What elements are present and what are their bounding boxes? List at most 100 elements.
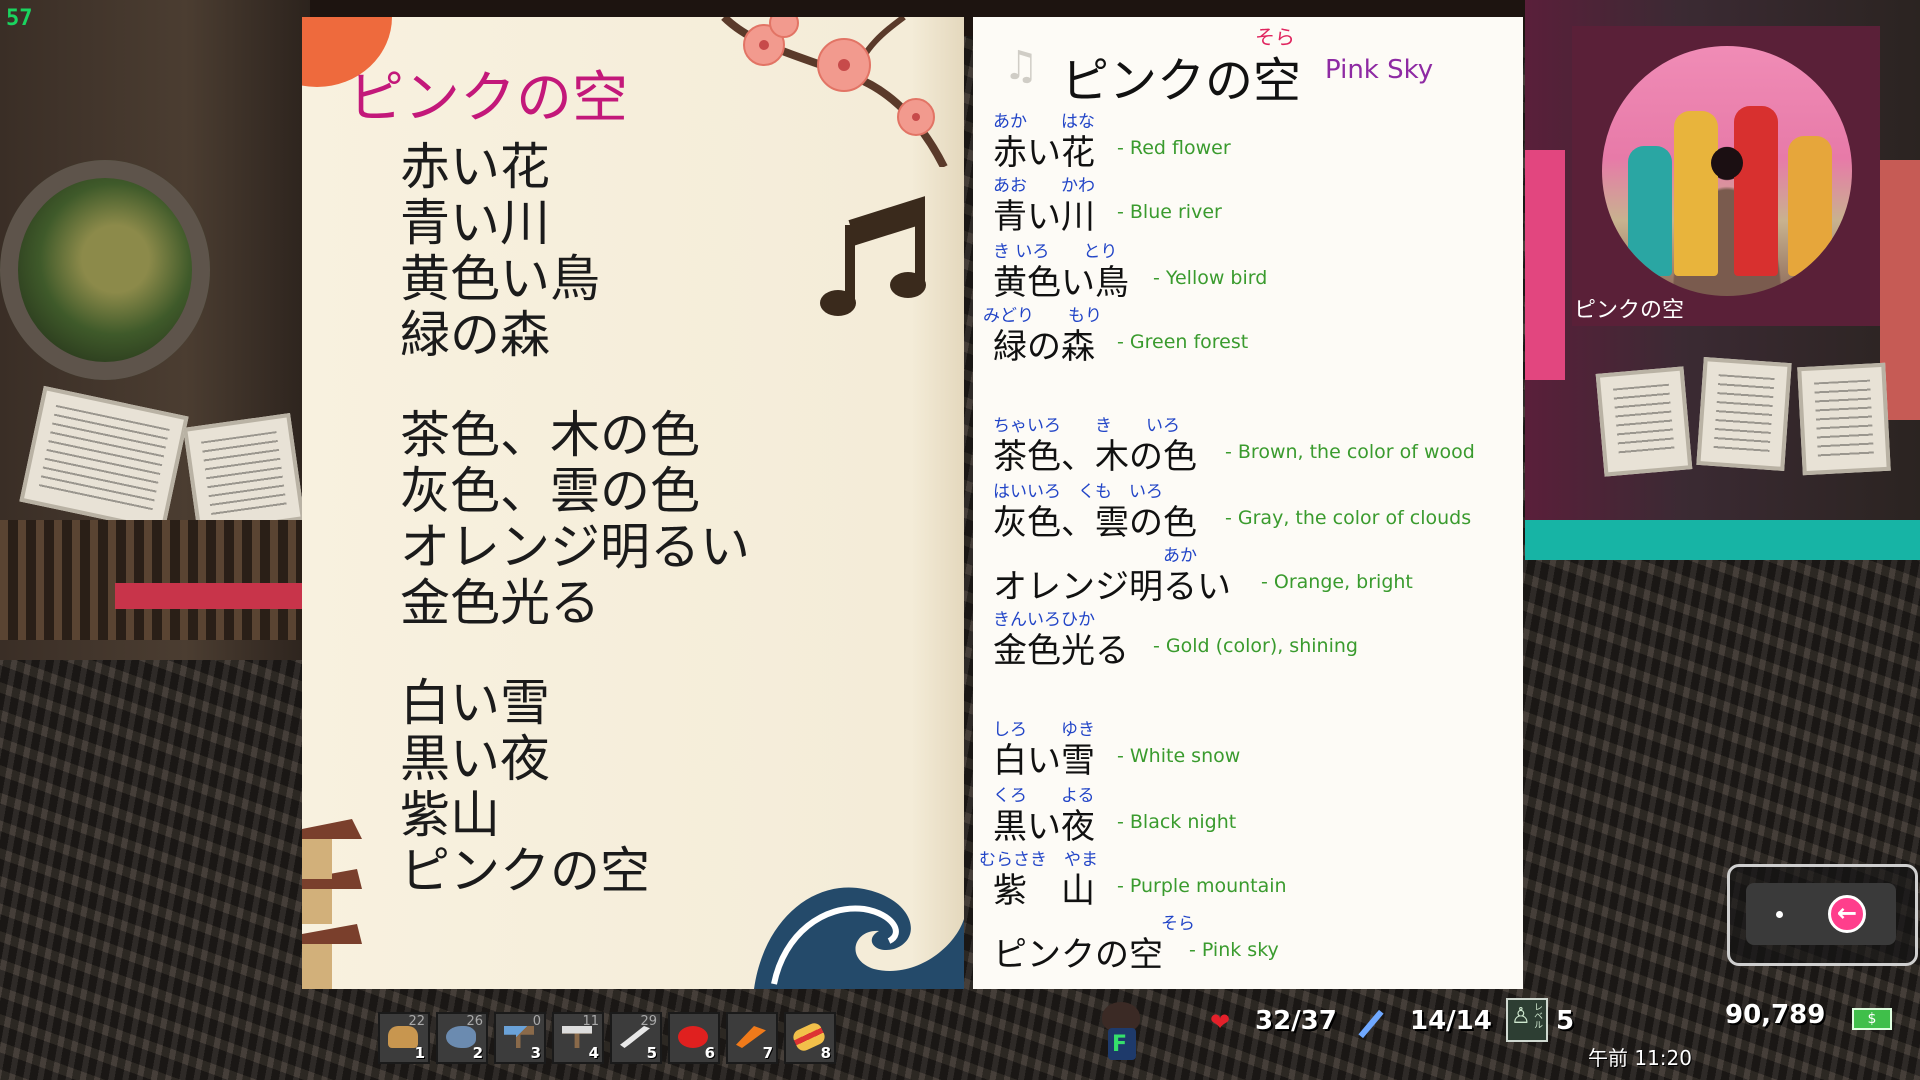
hotbar-slot[interactable]: 29 5	[610, 1012, 662, 1064]
hotbar-slot[interactable]: 6	[668, 1012, 720, 1064]
furigana: そら	[1161, 914, 1195, 934]
left-page-title: ピンクの空	[348, 66, 628, 131]
slot-number: 3	[530, 1044, 541, 1062]
vocab-kanji: 紫 山	[993, 871, 1095, 911]
lyric-line: 黄色い鳥	[400, 250, 600, 308]
hotbar-slot[interactable]: 0 3	[494, 1012, 546, 1064]
lyric-line: ピンクの空	[400, 842, 650, 900]
vocab-english: - Yellow bird	[1153, 267, 1268, 289]
album-disc	[1602, 46, 1852, 296]
album-figure	[1788, 136, 1832, 276]
player-portrait-avatar[interactable]: F	[1096, 998, 1146, 1060]
lyric-line: 黒い夜	[400, 730, 550, 788]
slot-count: 0	[532, 1014, 541, 1029]
level-label: レベル	[1532, 1002, 1542, 1029]
sword-icon	[620, 1026, 650, 1048]
lyric-line: 青い川	[400, 194, 550, 252]
pink-wall-panel	[1525, 150, 1565, 380]
lyric-line: 緑の森	[400, 306, 550, 364]
bread-icon	[388, 1026, 418, 1048]
red-floor-strip	[115, 583, 315, 609]
lyric-line: 茶色、木の色	[400, 406, 700, 464]
vocab-english: - Red flower	[1117, 137, 1231, 159]
axe-icon	[504, 1026, 534, 1048]
slot-number: 5	[646, 1044, 657, 1062]
back-button-panel: ←	[1727, 864, 1918, 966]
lyric-line: 白い雪	[400, 674, 550, 732]
vocab-kanji: オレンジ明るい	[993, 567, 1231, 607]
hotbar-slot[interactable]: 22 1	[378, 1012, 430, 1064]
vocab-english: - White snow	[1117, 745, 1241, 767]
wall-poster	[1797, 362, 1891, 476]
arrow-left-icon: ←	[1836, 899, 1858, 927]
vocab-english: - Green forest	[1117, 331, 1249, 353]
person-icon: ♙	[1511, 1004, 1531, 1029]
money-bill-icon: $	[1852, 1008, 1892, 1030]
vocab-english: - Pink sky	[1189, 939, 1279, 961]
slot-number: 6	[704, 1044, 715, 1062]
money-value: 90,789	[1725, 1000, 1826, 1030]
left-wall-round-painting	[0, 160, 210, 380]
slot-number: 4	[588, 1044, 599, 1062]
fish-icon	[446, 1026, 476, 1048]
health-value: 32/37	[1255, 1006, 1337, 1036]
slot-number: 7	[762, 1044, 773, 1062]
lyric-line: 灰色、雲の色	[400, 462, 700, 520]
vocab-english: - Purple mountain	[1117, 875, 1287, 897]
back-arrow-button[interactable]: ←	[1828, 895, 1866, 933]
album-figure	[1628, 146, 1672, 276]
slot-number: 1	[414, 1044, 425, 1062]
lyrics-book-left-page: ピンクの空 赤い花 青い川 黄色い鳥 緑の森 茶色、木の色 灰色、雲の色 オレン…	[302, 17, 964, 989]
heart-icon: ❤	[1210, 1008, 1231, 1036]
level-badge: ♙ レベル	[1506, 998, 1548, 1042]
slot-count: 11	[582, 1014, 599, 1029]
vocab-kanji: 黒い夜	[993, 807, 1095, 847]
lyric-line: 金色光る	[400, 574, 600, 632]
lyrics-book-right-page: ♫ ピンクの空 そら Pink Sky あか はな 赤い花 - Red flow…	[973, 17, 1523, 989]
vocab-english: - Black night	[1117, 811, 1237, 833]
hotbar-slot[interactable]: 11 4	[552, 1012, 604, 1064]
vocab-english: - Orange, bright	[1261, 571, 1413, 593]
vocab-kanji: 茶色、木の色	[993, 437, 1197, 477]
back-button-track: ←	[1746, 883, 1896, 945]
slot-number: 2	[472, 1044, 483, 1062]
faint-music-note-icon: ♫	[1003, 43, 1039, 89]
vocab-kanji: 金色光る	[993, 631, 1129, 671]
vocab-kanji: ピンクの空	[993, 935, 1163, 975]
hotbar-slot[interactable]: 7	[726, 1012, 778, 1064]
album-figure	[1734, 106, 1778, 276]
lyric-line: 赤い花	[400, 138, 550, 196]
pagoda-icon	[302, 819, 362, 989]
right-page-subtitle: Pink Sky	[1325, 55, 1434, 85]
corner-counter: 57	[6, 6, 33, 31]
album-figure	[1674, 111, 1718, 276]
vocab-kanji: 青い川	[993, 197, 1095, 237]
disc-hole	[1711, 147, 1743, 179]
lyric-line: 紫山	[400, 786, 500, 844]
slot-count: 22	[408, 1014, 425, 1029]
lyric-line: オレンジ明るい	[400, 518, 750, 576]
vocab-english: - Blue river	[1117, 201, 1222, 223]
left-bookshelf	[0, 520, 310, 640]
teal-floor-strip	[1525, 520, 1920, 560]
vocab-english: - Gold (color), shining	[1153, 635, 1358, 657]
album-cover-card: ピンクの空	[1572, 26, 1880, 326]
page-dot	[1776, 911, 1783, 918]
wall-poster	[1696, 357, 1792, 471]
vocab-kanji: 灰色、雲の色	[993, 503, 1197, 543]
hotbar-slot[interactable]: 8	[784, 1012, 836, 1064]
music-note-icon	[820, 196, 926, 316]
vocab-kanji: 緑の森	[993, 327, 1095, 367]
vocab-english: - Brown, the color of wood	[1225, 441, 1475, 463]
stamina-value: 14/14	[1410, 1006, 1492, 1036]
right-page-title: ピンクの空	[1061, 53, 1302, 109]
hammer-icon	[562, 1026, 592, 1048]
wave-icon	[754, 887, 964, 989]
carrot-icon	[736, 1026, 766, 1048]
vocab-kanji: 黄色い鳥	[993, 263, 1129, 303]
hotbar-slot[interactable]: 26 2	[436, 1012, 488, 1064]
title-furigana: そら	[1255, 25, 1295, 49]
vocab-english: - Gray, the color of clouds	[1225, 507, 1472, 529]
slot-count: 26	[466, 1014, 483, 1029]
vocab-kanji: 赤い花	[993, 133, 1095, 173]
